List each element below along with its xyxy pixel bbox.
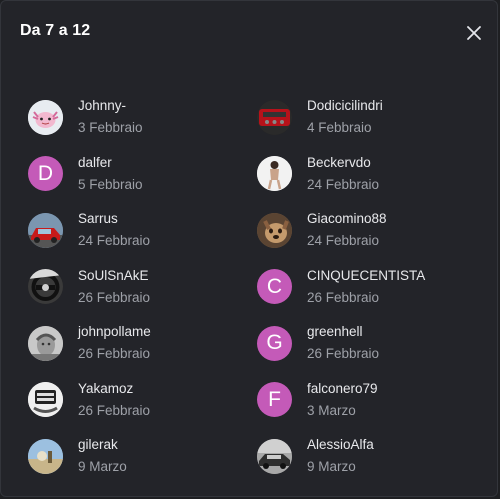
member-date: 4 Febbraio bbox=[307, 120, 372, 136]
member-name: gilerak bbox=[78, 437, 118, 453]
member-date: 26 Febbraio bbox=[307, 346, 380, 362]
member-item[interactable]: Beckervdo 24 Febbraio bbox=[257, 146, 457, 203]
member-name: Giacomino88 bbox=[307, 211, 387, 227]
avatar: F bbox=[257, 382, 292, 418]
member-date: 5 Febbraio bbox=[78, 176, 143, 192]
member-name: dalfer bbox=[78, 154, 112, 170]
member-name: AlessioAlfa bbox=[307, 437, 374, 453]
member-item[interactable]: AlessioAlfa 9 Marzo bbox=[257, 428, 457, 485]
member-date: 24 Febbraio bbox=[78, 233, 151, 249]
member-date: 3 Febbraio bbox=[78, 120, 143, 136]
member-name: Dodicicilindri bbox=[307, 98, 383, 114]
avatar bbox=[28, 325, 63, 361]
member-name: falconero79 bbox=[307, 380, 378, 396]
avatar bbox=[257, 99, 292, 135]
member-date: 26 Febbraio bbox=[78, 289, 151, 305]
member-name: Yakamoz bbox=[78, 380, 134, 396]
member-item[interactable]: johnpollame 26 Febbraio bbox=[28, 315, 257, 372]
member-date: 26 Febbraio bbox=[78, 402, 151, 418]
avatar bbox=[28, 212, 63, 248]
avatar-letter: C bbox=[266, 274, 283, 298]
member-name: Johnny- bbox=[78, 98, 127, 114]
member-name: SoUlSnAkE bbox=[78, 267, 149, 283]
avatar bbox=[28, 269, 63, 305]
member-date: 9 Marzo bbox=[307, 459, 356, 475]
member-name: Beckervdo bbox=[307, 154, 371, 170]
member-name: johnpollame bbox=[78, 324, 151, 340]
avatar bbox=[28, 438, 63, 474]
avatar: D bbox=[28, 156, 63, 192]
avatar: C bbox=[257, 269, 292, 305]
member-item[interactable]: Johnny- 3 Febbraio bbox=[28, 89, 257, 146]
avatar-letter: F bbox=[268, 387, 281, 411]
member-name: greenhell bbox=[307, 324, 363, 340]
member-item[interactable]: Yakamoz 26 Febbraio bbox=[28, 372, 257, 429]
avatar: G bbox=[257, 325, 292, 361]
member-date: 9 Marzo bbox=[78, 459, 127, 475]
member-item[interactable]: Giacomino88 24 Febbraio bbox=[257, 202, 457, 259]
close-icon[interactable] bbox=[463, 22, 485, 44]
member-name: CINQUECENTISTA bbox=[307, 267, 426, 283]
member-item[interactable]: Sarrus 24 Febbraio bbox=[28, 202, 257, 259]
avatar bbox=[28, 382, 63, 418]
member-item[interactable]: G greenhell 26 Febbraio bbox=[257, 315, 457, 372]
member-name: Sarrus bbox=[78, 211, 118, 227]
avatar bbox=[28, 99, 63, 135]
avatar-letter: D bbox=[37, 161, 54, 185]
member-item[interactable]: C CINQUECENTISTA 26 Febbraio bbox=[257, 259, 457, 316]
member-item[interactable]: D dalfer 5 Febbraio bbox=[28, 146, 257, 203]
member-date: 24 Febbraio bbox=[307, 233, 380, 249]
avatar bbox=[257, 156, 292, 192]
member-date: 26 Febbraio bbox=[78, 346, 151, 362]
avatar-letter: G bbox=[266, 331, 283, 355]
member-item[interactable]: SoUlSnAkE 26 Febbraio bbox=[28, 259, 257, 316]
member-date: 3 Marzo bbox=[307, 402, 356, 418]
members-dialog: Da 7 a 12 Johnny- 3 Febbraio Dodicicilin… bbox=[0, 0, 498, 497]
member-date: 24 Febbraio bbox=[307, 176, 380, 192]
member-date: 26 Febbraio bbox=[307, 289, 380, 305]
member-item[interactable]: gilerak 9 Marzo bbox=[28, 428, 257, 485]
members-list: Johnny- 3 Febbraio Dodicicilindri 4 Febb… bbox=[28, 89, 457, 485]
dialog-title: Da 7 a 12 bbox=[20, 22, 91, 39]
avatar bbox=[257, 438, 292, 474]
member-item[interactable]: F falconero79 3 Marzo bbox=[257, 372, 457, 429]
avatar bbox=[257, 212, 292, 248]
member-item[interactable]: Dodicicilindri 4 Febbraio bbox=[257, 89, 457, 146]
